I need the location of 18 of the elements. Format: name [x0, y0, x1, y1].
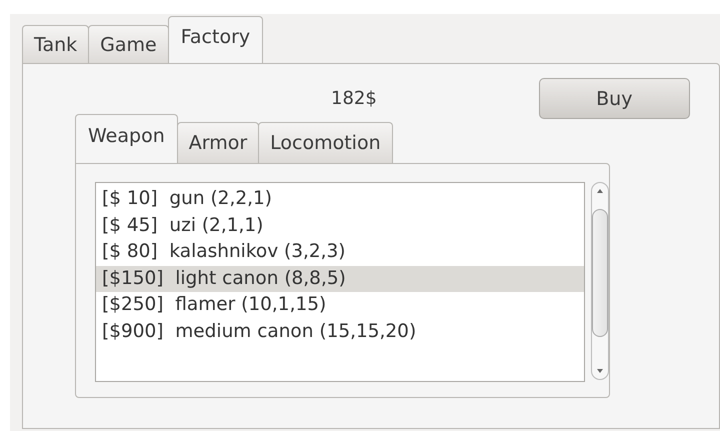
money-label: 182$ [331, 88, 377, 109]
tab[interactable]: Armor [176, 122, 260, 163]
tab[interactable]: Weapon [75, 114, 178, 163]
list-item[interactable]: [$250] flamer (10,1,15) [96, 292, 584, 318]
scrollbar[interactable] [591, 182, 609, 380]
list-item[interactable]: [$ 10] gun (2,2,1) [96, 186, 584, 212]
list-item[interactable]: [$900] medium canon (15,15,20) [96, 318, 584, 345]
tab[interactable]: Tank [22, 25, 90, 63]
scroll-down-icon[interactable] [595, 367, 605, 375]
tab[interactable]: Game [88, 25, 169, 63]
list-item[interactable]: [$ 45] uzi (2,1,1) [96, 212, 584, 239]
scroll-up-icon[interactable] [595, 187, 605, 195]
tab[interactable]: Locomotion [258, 122, 393, 163]
buy-button[interactable]: Buy [538, 78, 690, 119]
list-item[interactable]: [$ 80] kalashnikov (3,2,3) [96, 239, 584, 266]
list-item[interactable]: [$150] light canon (8,8,5) [96, 266, 584, 292]
tab[interactable]: Factory [168, 16, 264, 63]
scroll-thumb[interactable] [592, 209, 608, 337]
